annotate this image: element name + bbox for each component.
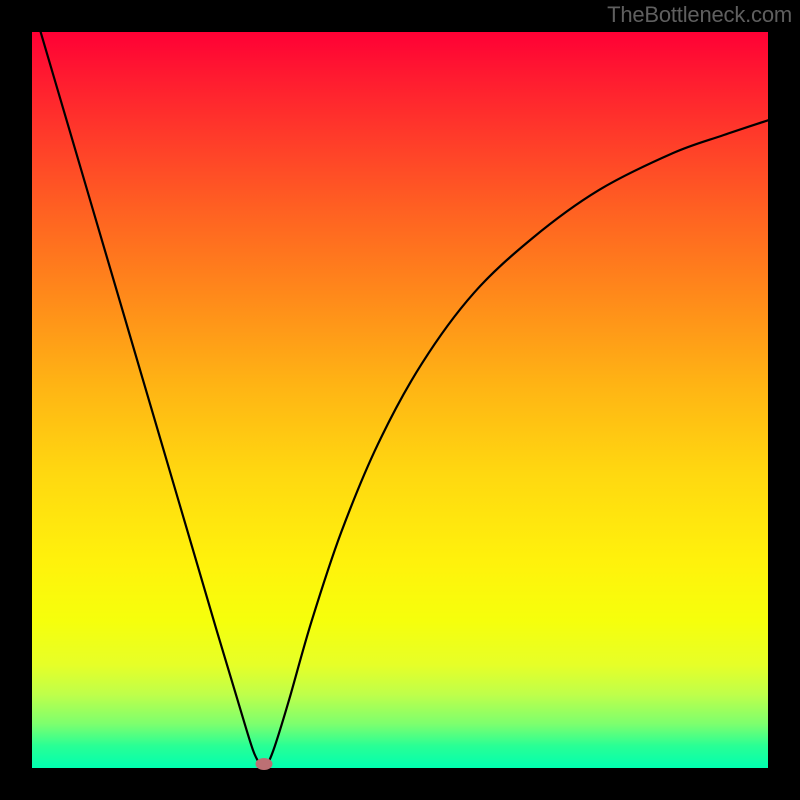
chart-frame: TheBottleneck.com [0,0,800,800]
curve-svg [32,32,768,768]
bottleneck-curve-path [32,32,768,768]
minimum-marker [255,758,272,770]
plot-area [32,32,768,768]
watermark-text: TheBottleneck.com [607,2,792,28]
